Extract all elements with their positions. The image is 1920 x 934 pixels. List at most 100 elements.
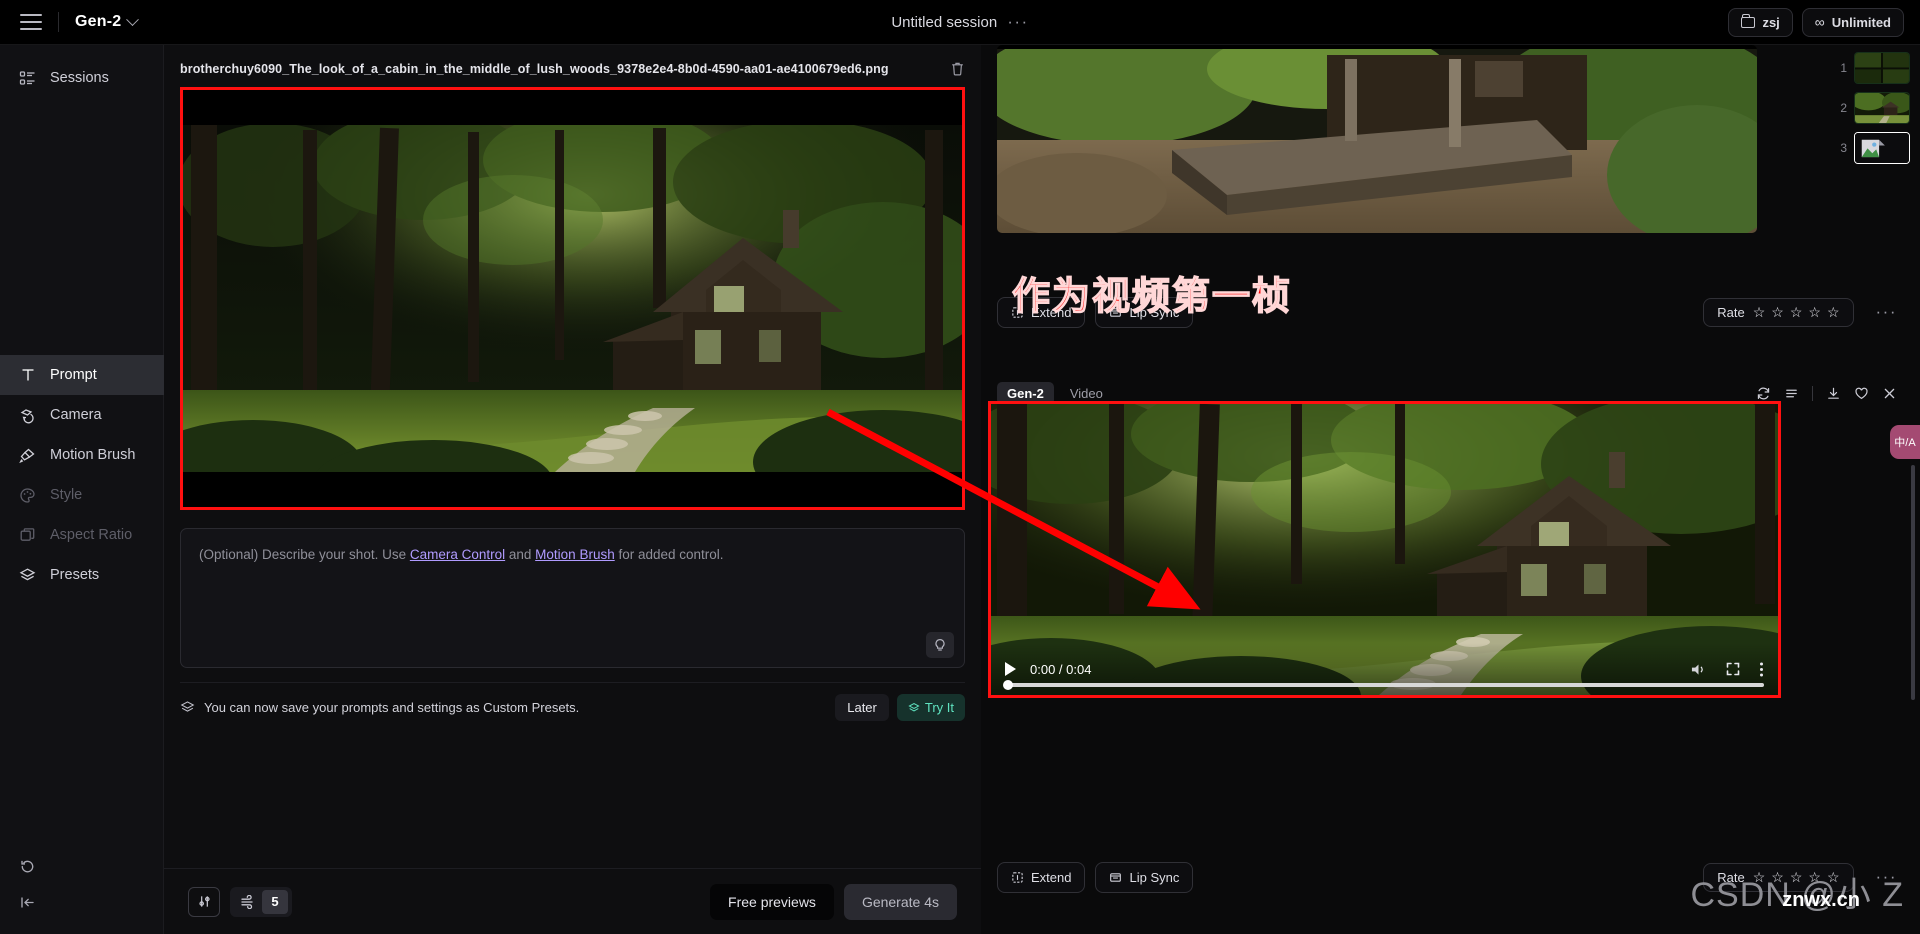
extend-icon bbox=[1011, 871, 1024, 884]
camera-control-link[interactable]: Camera Control bbox=[410, 547, 505, 562]
kebab-horizontal-icon[interactable]: ··· bbox=[1876, 303, 1897, 320]
extend-label-top: Extend bbox=[1031, 304, 1072, 320]
model-selector[interactable]: Gen-2 bbox=[75, 12, 140, 31]
chevron-down-icon bbox=[126, 12, 140, 26]
workspace-button[interactable]: zsj bbox=[1728, 7, 1793, 37]
icon-divider bbox=[1812, 385, 1813, 401]
generate-actions: Free previews Generate 4s bbox=[710, 883, 957, 920]
right-results-panel: Extend Lip Sync Rate ☆ ☆ ☆ ☆ ☆ ··· Gen-2… bbox=[981, 45, 1920, 934]
generate-button[interactable]: Generate 4s bbox=[843, 883, 957, 920]
result-tab-icons bbox=[1756, 385, 1897, 401]
later-button[interactable]: Later bbox=[835, 694, 889, 721]
sessions-list-icon bbox=[18, 69, 37, 88]
play-icon[interactable] bbox=[1005, 662, 1016, 676]
extend-button-top[interactable]: Extend bbox=[997, 296, 1086, 328]
player-controls: 0:00 / 0:04 bbox=[991, 643, 1778, 695]
rating-stars-top[interactable]: ☆ ☆ ☆ ☆ ☆ bbox=[1753, 305, 1840, 319]
results-scrollbar[interactable] bbox=[1911, 465, 1915, 700]
sidebar-item-motion-brush[interactable]: Motion Brush bbox=[0, 435, 164, 475]
hamburger-icon[interactable] bbox=[20, 14, 42, 30]
sidebar-item-presets[interactable]: Presets bbox=[0, 555, 164, 595]
session-title-group: Untitled session ··· bbox=[891, 13, 1028, 31]
previous-result-clip[interactable] bbox=[997, 45, 1757, 233]
motion-value[interactable]: 5 bbox=[262, 889, 288, 914]
sidebar-item-style[interactable]: Style bbox=[0, 475, 164, 515]
prompt-placeholder-suffix: for added control. bbox=[614, 547, 724, 562]
sidebar-item-prompt[interactable]: Prompt bbox=[0, 355, 164, 395]
star-outline-icon[interactable]: ☆ bbox=[1808, 305, 1821, 319]
motion-wind-icon[interactable] bbox=[234, 894, 262, 909]
close-icon[interactable] bbox=[1882, 386, 1897, 401]
player-right-controls bbox=[1690, 661, 1764, 678]
kebab-vertical-icon[interactable] bbox=[1759, 661, 1764, 678]
generation-bottom-bar: 5 Free previews Generate 4s bbox=[164, 868, 981, 934]
thumbnail-row: 1 bbox=[1824, 52, 1910, 84]
aspect-ratio-icon bbox=[18, 526, 37, 545]
player-progress-bar[interactable] bbox=[1003, 680, 1764, 690]
translate-icon[interactable]: 中/A bbox=[1890, 425, 1920, 459]
toolbar-divider bbox=[58, 12, 59, 32]
download-icon[interactable] bbox=[1826, 386, 1841, 401]
collapse-panel-button[interactable] bbox=[0, 884, 164, 920]
fullscreen-icon[interactable] bbox=[1725, 661, 1741, 677]
thumbnail-item-3[interactable] bbox=[1854, 132, 1910, 164]
star-outline-icon[interactable]: ☆ bbox=[1827, 305, 1840, 319]
file-row: brotherchuy6090_The_look_of_a_cabin_in_t… bbox=[180, 57, 965, 81]
sidebar-item-camera[interactable]: Camera bbox=[0, 395, 164, 435]
volume-icon[interactable] bbox=[1690, 662, 1707, 677]
prompt-input[interactable]: (Optional) Describe your shot. Use Camer… bbox=[180, 528, 965, 668]
sidebar-item-label: Motion Brush bbox=[50, 447, 136, 463]
motion-brush-link[interactable]: Motion Brush bbox=[535, 547, 615, 562]
thumbnail-item-2[interactable] bbox=[1854, 92, 1910, 124]
free-previews-button[interactable]: Free previews bbox=[710, 883, 834, 920]
rail-bottom-group bbox=[0, 848, 164, 920]
layers-icon bbox=[18, 566, 37, 585]
sliders-icon bbox=[197, 894, 212, 909]
top-bar: Gen-2 Untitled session ··· zsj ∞ Unlimit… bbox=[0, 0, 1920, 45]
lip-sync-button-top[interactable]: Lip Sync bbox=[1095, 296, 1194, 328]
uploaded-file-name: brotherchuy6090_The_look_of_a_cabin_in_t… bbox=[180, 62, 889, 76]
text-t-icon bbox=[18, 366, 37, 385]
star-outline-icon[interactable]: ☆ bbox=[1790, 305, 1803, 319]
camera-orbit-icon bbox=[18, 406, 37, 425]
prompt-placeholder-mid: and bbox=[505, 547, 536, 562]
prompt-placeholder-prefix: (Optional) Describe your shot. Use bbox=[199, 547, 410, 562]
session-title[interactable]: Untitled session bbox=[891, 14, 997, 31]
rate-control-top[interactable]: Rate ☆ ☆ ☆ ☆ ☆ bbox=[1703, 297, 1854, 327]
sidebar-item-aspect-ratio[interactable]: Aspect Ratio bbox=[0, 515, 164, 555]
star-outline-icon[interactable]: ☆ bbox=[1771, 305, 1784, 319]
banner-actions: Later Try It bbox=[835, 694, 965, 721]
left-work-panel: brotherchuy6090_The_look_of_a_cabin_in_t… bbox=[164, 45, 981, 934]
lip-sync-button[interactable]: Lip Sync bbox=[1095, 861, 1194, 893]
list-menu-icon[interactable] bbox=[1784, 386, 1799, 401]
motion-amount-control[interactable]: 5 bbox=[230, 886, 292, 917]
reset-button[interactable] bbox=[0, 848, 164, 884]
thumbnail-item-1[interactable] bbox=[1854, 52, 1910, 84]
plan-button[interactable]: ∞ Unlimited bbox=[1801, 7, 1904, 37]
prompt-placeholder: (Optional) Describe your shot. Use Camer… bbox=[199, 545, 946, 565]
rail-top-group: Sessions bbox=[0, 45, 163, 98]
star-outline-icon[interactable]: ☆ bbox=[1753, 305, 1766, 319]
custom-presets-banner: You can now save your prompts and settin… bbox=[180, 682, 965, 726]
try-it-button[interactable]: Try It bbox=[896, 694, 965, 721]
regenerate-icon[interactable] bbox=[1756, 386, 1771, 401]
extend-button[interactable]: Extend bbox=[997, 861, 1086, 893]
collapse-panel-icon bbox=[18, 893, 37, 912]
trash-icon[interactable] bbox=[950, 61, 965, 77]
lightbulb-icon[interactable] bbox=[926, 632, 954, 658]
extend-icon bbox=[1011, 306, 1024, 319]
lip-sync-icon bbox=[1109, 306, 1122, 319]
banner-text: You can now save your prompts and settin… bbox=[204, 700, 580, 715]
video-player[interactable]: 0:00 / 0:04 bbox=[988, 401, 1781, 698]
rate-label-top: Rate bbox=[1717, 304, 1745, 320]
settings-button[interactable] bbox=[188, 886, 220, 917]
session-more-icon[interactable]: ··· bbox=[1007, 13, 1028, 30]
progress-knob[interactable] bbox=[1003, 680, 1013, 690]
workspace-label: zsj bbox=[1762, 14, 1780, 30]
lip-sync-icon bbox=[1109, 871, 1122, 884]
paint-brush-icon bbox=[18, 446, 37, 465]
reference-image-frame[interactable] bbox=[180, 87, 965, 510]
previous-result-actions: Extend Lip Sync Rate ☆ ☆ ☆ ☆ ☆ ··· bbox=[997, 296, 1897, 328]
heart-icon[interactable] bbox=[1854, 386, 1869, 401]
sidebar-item-sessions[interactable]: Sessions bbox=[0, 58, 163, 98]
